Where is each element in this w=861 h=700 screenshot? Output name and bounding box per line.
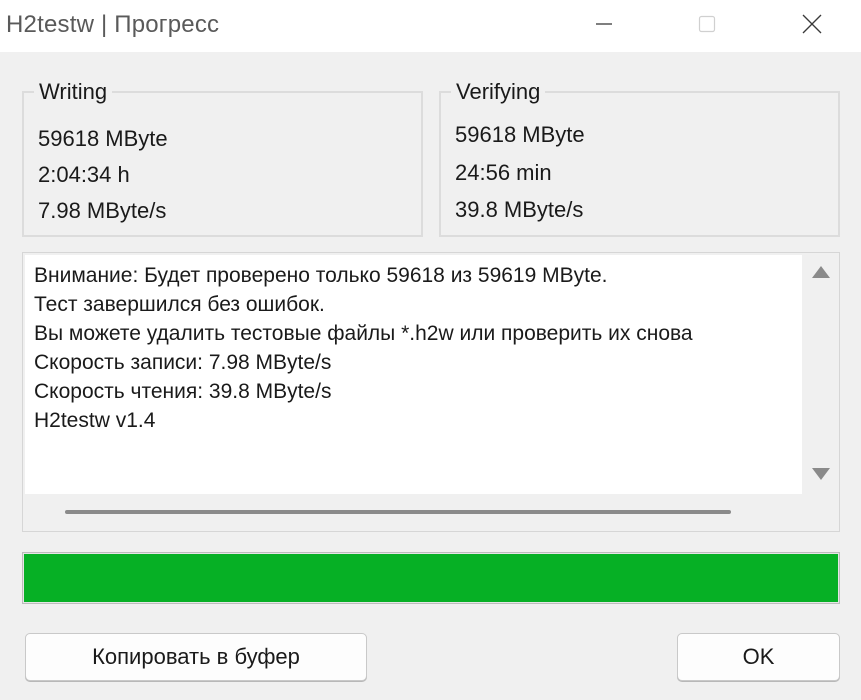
writing-speed: 7.98 MByte/s (38, 198, 167, 223)
progress-fill (24, 554, 838, 602)
close-icon (802, 14, 822, 34)
writing-label: Writing (34, 79, 113, 105)
copy-to-clipboard-button[interactable]: Копировать в буфер (25, 633, 367, 681)
arrow-down-icon[interactable] (812, 468, 830, 480)
maximize-icon (698, 15, 716, 33)
writing-time: 2:04:34 h (38, 162, 130, 187)
title-bar: H2testw | Прогресс (0, 0, 861, 52)
writing-group: Writing 59618 MByte 2:04:34 h 7.98 MByte… (22, 79, 423, 237)
verifying-label: Verifying (451, 79, 546, 105)
minimize-button[interactable] (569, 0, 639, 48)
verifying-time: 24:56 min (455, 160, 552, 185)
log-line-hint: Вы можете удалить тестовые файлы *.h2w и… (34, 322, 693, 345)
log-line-version: H2testw v1.4 (34, 409, 156, 432)
vertical-scrollbar[interactable] (803, 253, 839, 492)
log-box: Внимание: Будет проверено только 59618 и… (22, 252, 840, 532)
arrow-up-icon[interactable] (812, 266, 830, 278)
ok-button[interactable]: OK (677, 633, 840, 681)
progress-bar (22, 552, 840, 604)
maximize-button (672, 0, 742, 48)
log-line-read-speed: Скорость чтения: 39.8 MByte/s (34, 380, 332, 403)
verifying-group: Verifying 59618 MByte 24:56 min 39.8 MBy… (439, 79, 840, 237)
log-text-area[interactable]: Внимание: Будет проверено только 59618 и… (25, 255, 802, 494)
verifying-size: 59618 MByte (455, 122, 585, 147)
log-line-warning: Внимание: Будет проверено только 59618 и… (34, 264, 608, 287)
log-line-write-speed: Скорость записи: 7.98 MByte/s (34, 351, 332, 374)
writing-size: 59618 MByte (38, 126, 168, 151)
log-line-result: Тест завершился без ошибок. (34, 293, 325, 316)
close-button[interactable] (777, 0, 847, 48)
minimize-icon (596, 23, 612, 25)
verifying-speed: 39.8 MByte/s (455, 197, 584, 222)
horizontal-scrollbar[interactable] (65, 510, 731, 514)
window-title: H2testw | Прогресс (6, 11, 220, 38)
